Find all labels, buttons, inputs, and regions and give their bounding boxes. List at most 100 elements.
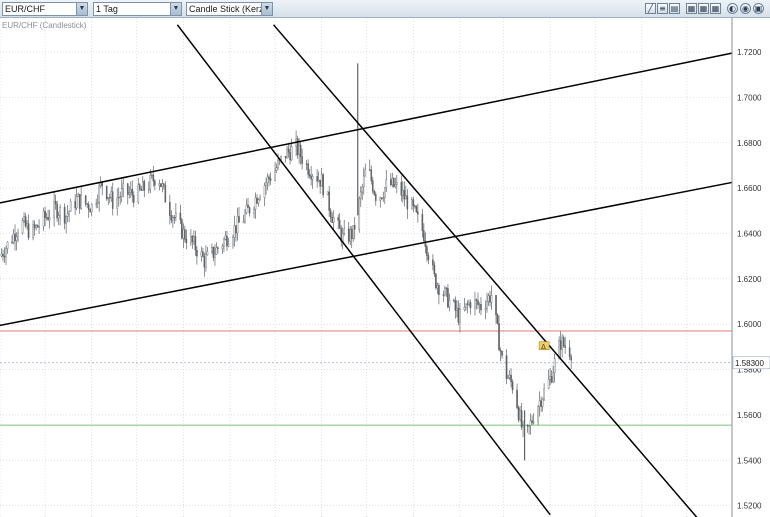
candle-body: [154, 180, 156, 186]
candle-body: [253, 208, 255, 214]
candle-body: [331, 217, 333, 223]
chart-type-select[interactable]: Candle Stick (Kerze ▼: [186, 2, 273, 16]
chart-area[interactable]: Δ 1.7200 1.7000 1.6800 1.6600 1.6400 1.6200 1.…: [0, 8, 770, 517]
candle-body: [550, 376, 553, 383]
candle-body: [84, 195, 87, 204]
candle-body: [175, 212, 177, 218]
candle-body: [90, 203, 93, 213]
candle-body: [164, 185, 167, 203]
candle-body: [0, 253, 3, 257]
settings-icon[interactable]: ◉: [740, 3, 751, 14]
candle-body: [486, 301, 488, 309]
candle-body: [128, 192, 131, 195]
grid-2-icon[interactable]: ▦: [698, 3, 709, 14]
candle-body: [137, 184, 140, 203]
candle-body: [77, 193, 79, 197]
candle-body: [510, 374, 512, 382]
candle-body: [200, 251, 203, 257]
candle-body: [501, 351, 503, 356]
candle-body: [110, 191, 113, 198]
chart-toolbar: EUR/CHF ▼ 1 Tag ▼ Candle Stick (Kerze ▼ …: [0, 0, 770, 18]
candle-body: [172, 217, 174, 221]
candle-body: [475, 299, 478, 301]
candle-body: [205, 254, 207, 268]
candle-body: [242, 220, 245, 223]
candle-body: [211, 246, 213, 252]
symbol-select[interactable]: EUR/CHF ▼: [2, 2, 88, 16]
last-price-label: 1.58300: [735, 359, 764, 368]
candle-body: [519, 410, 521, 420]
candle-body: [151, 174, 153, 176]
candle-body: [568, 347, 571, 357]
candle-body: [170, 215, 173, 221]
candle-body: [426, 246, 428, 256]
indicator-settings-icon[interactable]: ▤: [669, 3, 680, 14]
candle-body: [396, 182, 398, 185]
refresh-icon[interactable]: ◐: [727, 3, 738, 14]
grid-3-icon[interactable]: ▦: [710, 3, 721, 14]
candle-body: [484, 308, 487, 311]
candle-body: [215, 247, 218, 255]
candle-body: [391, 177, 394, 186]
draw-line-icon[interactable]: ╱: [645, 3, 656, 14]
candle-body: [528, 425, 530, 427]
candle-body: [456, 307, 458, 311]
candle-body: [190, 236, 192, 244]
candle-body: [47, 216, 49, 220]
candle-body: [329, 210, 332, 218]
candle-body: [214, 254, 216, 258]
candle-body: [217, 247, 219, 249]
candle-body: [161, 183, 164, 187]
candle-body: [185, 238, 188, 244]
candle-body: [427, 255, 430, 261]
help-icon[interactable]: ▣: [753, 3, 764, 14]
candle-body: [87, 204, 90, 210]
candle-body: [68, 211, 70, 215]
candle-body: [63, 206, 66, 224]
candle-body: [305, 163, 308, 165]
candle-body: [432, 259, 434, 266]
indicator-list-icon[interactable]: ≡: [657, 3, 668, 14]
candle-body: [74, 201, 76, 209]
candle-body: [489, 295, 491, 303]
candle-body: [152, 174, 155, 182]
candle-body: [257, 199, 260, 204]
candle-body: [38, 226, 40, 228]
candle-body: [532, 421, 535, 424]
candle-body: [277, 160, 279, 168]
grid-1-icon[interactable]: ▦: [686, 3, 697, 14]
candle-body: [498, 323, 500, 351]
candle-body: [496, 314, 499, 324]
candle-body: [265, 182, 267, 186]
candle-body: [364, 169, 367, 177]
candle-body: [332, 217, 335, 223]
candle-body: [80, 195, 82, 209]
candle-body: [495, 295, 497, 316]
candle-body: [193, 236, 195, 242]
candle-body: [245, 204, 248, 214]
candle-body: [347, 228, 350, 242]
candlestick-chart[interactable]: Δ 1.7200 1.7000 1.6800 1.6600 1.6400 1.6200 1.…: [0, 8, 770, 517]
candle-body: [474, 299, 476, 309]
candle-body: [254, 197, 257, 210]
y-tick-label: 1.5200: [737, 502, 762, 511]
candle-body: [417, 211, 419, 215]
candle-body: [370, 169, 373, 181]
candle-body: [468, 302, 470, 305]
candle-body: [131, 189, 134, 196]
candle-body: [203, 256, 206, 268]
candle-body: [116, 197, 119, 209]
candle-body: [435, 273, 437, 289]
candle-body: [529, 420, 532, 426]
candle-body: [522, 425, 524, 428]
candle-body: [445, 287, 448, 289]
candle-body: [448, 299, 451, 308]
interval-select[interactable]: 1 Tag ▼: [93, 2, 182, 16]
candle-body: [26, 223, 28, 227]
candle-body: [221, 245, 224, 249]
candle-body: [143, 181, 146, 191]
candle-body: [235, 225, 237, 234]
candle-body: [122, 183, 125, 189]
candle-body: [256, 197, 258, 204]
candle-body: [287, 148, 290, 153]
